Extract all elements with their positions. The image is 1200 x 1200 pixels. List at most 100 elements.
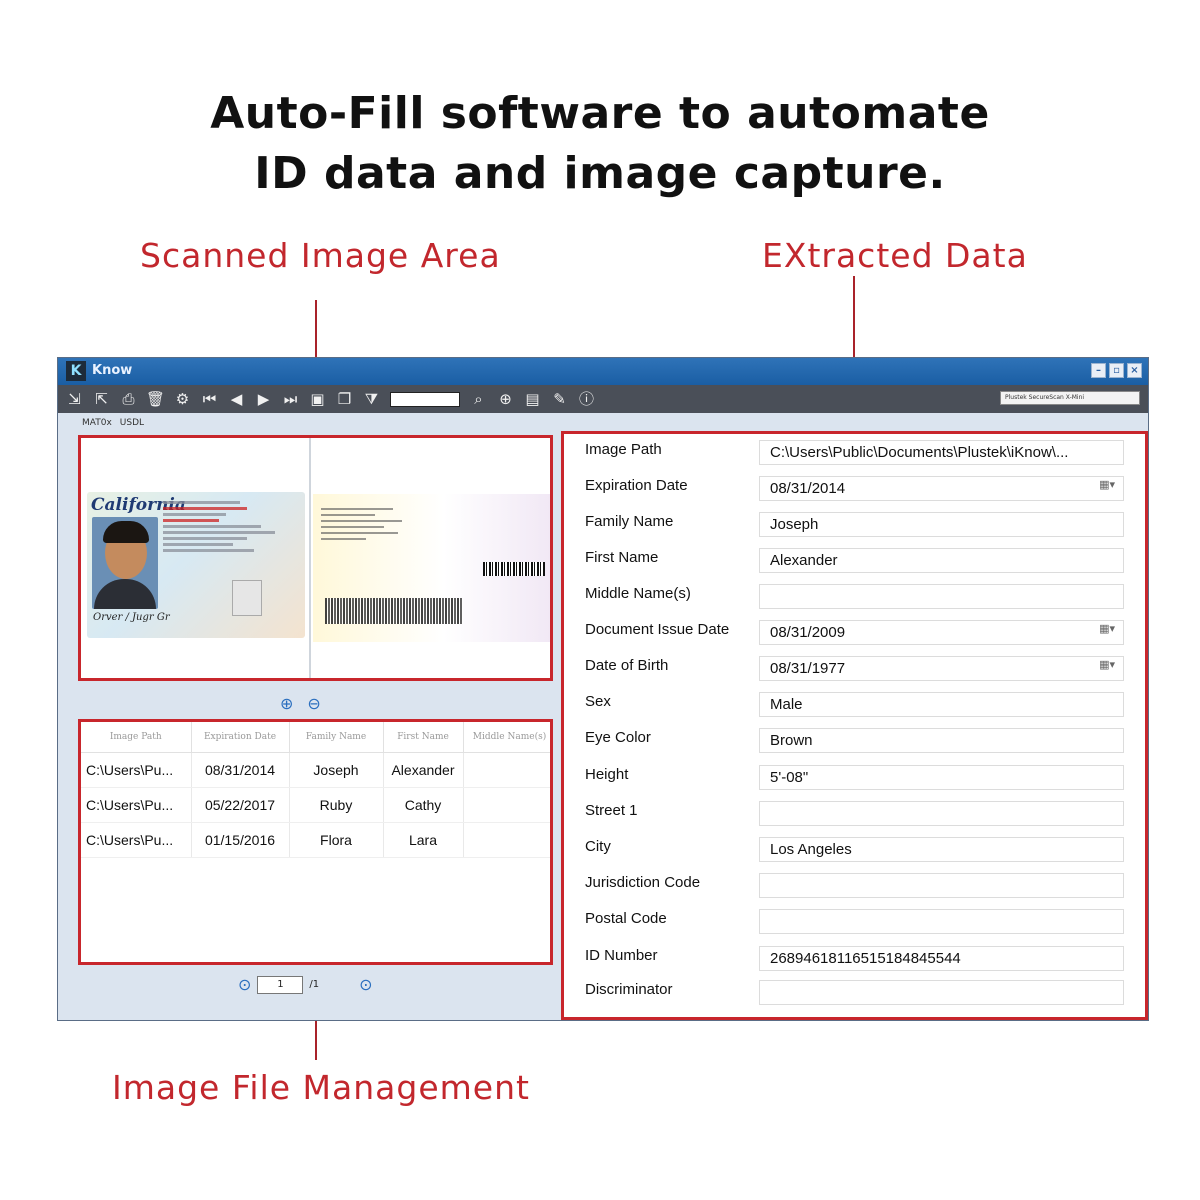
- copy-icon[interactable]: ❐: [334, 389, 355, 409]
- tab-usdl[interactable]: USDL: [120, 418, 144, 428]
- field-value-input[interactable]: 26894618116515184845544: [759, 946, 1124, 971]
- field-value-input[interactable]: [759, 873, 1124, 898]
- field-value-input[interactable]: [759, 909, 1124, 934]
- linear-barcode: [483, 562, 545, 576]
- table-cell: Lara: [383, 822, 464, 858]
- table-cell: [463, 787, 550, 823]
- field-value-text: Brown: [770, 732, 813, 749]
- table-cell: C:\Users\Pu...: [81, 752, 192, 788]
- pdf417-barcode: [325, 598, 463, 624]
- field-row: Discriminator: [564, 977, 1145, 1013]
- field-value-text: Male: [770, 696, 803, 713]
- page-number-input[interactable]: 1: [257, 975, 304, 994]
- column-header[interactable]: Expiration Date: [191, 722, 290, 753]
- table-cell: Flora: [289, 822, 384, 858]
- field-value-input[interactable]: Male: [759, 692, 1124, 717]
- table-cell: [463, 822, 550, 858]
- scan-divider: [309, 438, 311, 678]
- field-label: First Name: [585, 549, 659, 566]
- id-card-icon[interactable]: ▣: [307, 389, 328, 409]
- next-page-icon[interactable]: ⊙: [359, 975, 372, 994]
- table-cell: Joseph: [289, 752, 384, 788]
- image-file-table: Image Path Expiration Date Family Name F…: [78, 719, 553, 965]
- scanner-select[interactable]: Plustek SecureScan X-Mini: [1000, 391, 1140, 405]
- target-icon[interactable]: ⊕: [495, 389, 516, 409]
- delete-icon[interactable]: 🗑: [145, 389, 166, 409]
- table-row[interactable]: C:\Users\Pu... 08/31/2014 Joseph Alexand…: [81, 752, 550, 788]
- table-row[interactable]: C:\Users\Pu... 05/22/2017 Ruby Cathy: [81, 787, 550, 823]
- card-text-lines: [163, 498, 303, 555]
- field-value-text: 08/31/2009: [770, 624, 846, 641]
- field-label: Middle Name(s): [585, 585, 691, 602]
- field-row: Sex Male: [564, 689, 1145, 725]
- search-input[interactable]: [390, 391, 460, 407]
- field-value-text: C:\Users\Public\Documents\Plustek\iKnow\…: [770, 444, 1069, 461]
- headline-line-2: ID data and image capture.: [254, 148, 946, 199]
- minimize-button[interactable]: –: [1091, 363, 1106, 378]
- field-value-input[interactable]: 08/31/1977 ▦▾: [759, 656, 1124, 681]
- field-value-input[interactable]: Joseph: [759, 512, 1124, 537]
- callout-image-file-management: Image File Management: [112, 1068, 530, 1107]
- pagination: ⊙ 1 /1 ⊙: [238, 975, 373, 994]
- import-icon[interactable]: ⇲: [64, 389, 85, 409]
- scanned-image-area: California Orver / Jugr Gr: [78, 435, 553, 681]
- zoom-out-icon[interactable]: ⊖: [307, 694, 320, 713]
- column-header[interactable]: First Name: [383, 722, 464, 753]
- calendar-picker-icon[interactable]: ▦▾: [1099, 478, 1115, 491]
- card-signature: Orver / Jugr Gr: [93, 612, 170, 623]
- column-header[interactable]: Image Path: [81, 722, 192, 753]
- table-cell: C:\Users\Pu...: [81, 822, 192, 858]
- calendar-picker-icon[interactable]: ▦▾: [1099, 658, 1115, 671]
- field-value-input[interactable]: Brown: [759, 728, 1124, 753]
- field-value-text: Los Angeles: [770, 841, 852, 858]
- callout-scanned-image-area: Scanned Image Area: [140, 236, 501, 275]
- tab-mat[interactable]: MAT0x: [82, 418, 112, 428]
- table-cell: [463, 752, 550, 788]
- field-value-input[interactable]: [759, 801, 1124, 826]
- previous-record-icon[interactable]: ◀: [226, 389, 247, 409]
- field-label: City: [585, 838, 611, 855]
- field-label: Document Issue Date: [585, 621, 730, 638]
- search-icon[interactable]: ⌕: [468, 389, 489, 409]
- field-row: Document Issue Date 08/31/2009 ▦▾: [564, 617, 1145, 653]
- table-cell: C:\Users\Pu...: [81, 787, 192, 823]
- field-value-input[interactable]: Los Angeles: [759, 837, 1124, 862]
- field-row: First Name Alexander: [564, 545, 1145, 581]
- column-header[interactable]: Middle Name(s): [463, 722, 550, 753]
- id-card-front-image: California Orver / Jugr Gr: [87, 492, 305, 638]
- field-value-input[interactable]: [759, 980, 1124, 1005]
- table-cell: 01/15/2016: [191, 822, 290, 858]
- last-record-icon[interactable]: ⏭: [280, 389, 301, 409]
- field-value-input[interactable]: 08/31/2014 ▦▾: [759, 476, 1124, 501]
- scan-icon[interactable]: ⎙: [118, 389, 139, 409]
- field-value-input[interactable]: 08/31/2009 ▦▾: [759, 620, 1124, 645]
- field-row: Image Path C:\Users\Public\Documents\Plus…: [564, 437, 1145, 473]
- field-label: Postal Code: [585, 910, 667, 927]
- next-record-icon[interactable]: ▶: [253, 389, 274, 409]
- calendar-picker-icon[interactable]: ▦▾: [1099, 622, 1115, 635]
- field-label: Eye Color: [585, 729, 651, 746]
- field-value-input[interactable]: [759, 584, 1124, 609]
- table-cell: Ruby: [289, 787, 384, 823]
- column-header[interactable]: Family Name: [289, 722, 384, 753]
- filter-icon[interactable]: ⧩: [361, 389, 382, 409]
- close-button[interactable]: ×: [1127, 363, 1142, 378]
- eraser-icon[interactable]: ✎: [549, 389, 570, 409]
- field-label: ID Number: [585, 947, 658, 964]
- title-bar: K Know – ▫ ×: [58, 358, 1148, 385]
- table-row[interactable]: C:\Users\Pu... 01/15/2016 Flora Lara: [81, 822, 550, 858]
- zoom-in-icon[interactable]: ⊕: [280, 694, 293, 713]
- field-row: Postal Code: [564, 906, 1145, 942]
- field-value-text: 26894618116515184845544: [770, 950, 961, 967]
- document-icon[interactable]: ▤: [522, 389, 543, 409]
- field-value-input[interactable]: Alexander: [759, 548, 1124, 573]
- field-value-input[interactable]: C:\Users\Public\Documents\Plustek\iKnow\…: [759, 440, 1124, 465]
- field-value-input[interactable]: 5'-08": [759, 765, 1124, 790]
- settings-gear-icon[interactable]: ⚙: [172, 389, 193, 409]
- info-icon[interactable]: ⓘ: [576, 389, 597, 409]
- field-row: Height 5'-08": [564, 762, 1145, 798]
- previous-page-icon[interactable]: ⊙: [238, 975, 251, 994]
- first-record-icon[interactable]: ⏮: [199, 389, 220, 409]
- export-icon[interactable]: ⇱: [91, 389, 112, 409]
- maximize-button[interactable]: ▫: [1109, 363, 1124, 378]
